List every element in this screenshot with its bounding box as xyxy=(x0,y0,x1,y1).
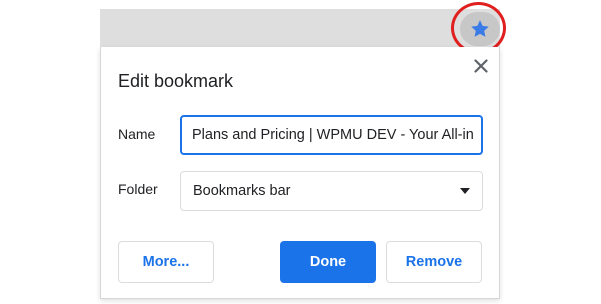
folder-select-value: Bookmarks bar xyxy=(193,183,291,199)
folder-label: Folder xyxy=(118,181,158,197)
dropdown-caret-icon xyxy=(460,188,470,194)
name-label: Name xyxy=(118,126,156,142)
name-input[interactable]: Plans and Pricing | WPMU DEV - Your All-… xyxy=(180,115,483,155)
more-button[interactable]: More... xyxy=(118,241,214,283)
bookmark-star-button[interactable] xyxy=(460,12,500,46)
close-button[interactable] xyxy=(472,57,490,75)
remove-button[interactable]: Remove xyxy=(386,241,482,283)
star-icon xyxy=(471,20,489,37)
dialog-title: Edit bookmark xyxy=(118,71,234,91)
close-icon xyxy=(474,59,488,73)
done-button[interactable]: Done xyxy=(280,241,376,283)
edit-bookmark-dialog: Edit bookmark Name Plans and Pricing | W… xyxy=(100,47,500,299)
browser-toolbar xyxy=(100,9,500,47)
folder-select[interactable]: Bookmarks bar xyxy=(180,171,483,211)
